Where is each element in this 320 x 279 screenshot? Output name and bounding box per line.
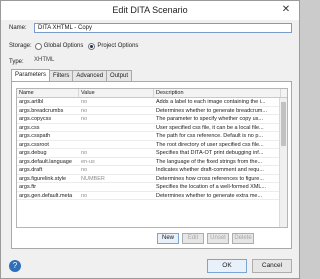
cell-description: Adds a label to each image containing th… xyxy=(156,99,266,105)
type-label: Type: xyxy=(9,59,24,65)
cell-description: The parameter to specify whether copy us… xyxy=(156,116,263,122)
cell-value: en-us xyxy=(81,158,95,165)
table-row[interactable]: args.figurelink.style NUMBER Determines ho… xyxy=(17,175,287,183)
close-icon[interactable]: ✕ xyxy=(279,3,293,17)
cell-description: Determines whether to generate extra me.… xyxy=(156,192,263,199)
type-value: XHTML xyxy=(34,57,55,63)
cell-value: no xyxy=(81,167,88,173)
tab-output[interactable]: Output xyxy=(106,70,133,81)
cell-name: args.ftr xyxy=(19,184,37,190)
cell-description: Determines how cross references to figur… xyxy=(156,175,264,182)
new-button[interactable]: New xyxy=(157,233,179,244)
column-header-value[interactable]: Value xyxy=(79,89,154,97)
table-row[interactable]: args.copycss no The parameter to specify w… xyxy=(17,115,287,124)
name-input[interactable]: DITA XHTML - Copy xyxy=(34,23,292,33)
ok-button[interactable]: OK xyxy=(207,259,247,273)
cell-value xyxy=(79,132,154,140)
help-icon[interactable]: ? xyxy=(9,260,21,272)
vertical-scrollbar[interactable] xyxy=(279,98,287,227)
cell-name: args.cssroot xyxy=(19,141,49,148)
cell-value: no xyxy=(81,99,88,105)
table-row[interactable]: args.ftr Specifies the location of a well… xyxy=(17,183,287,192)
project-options-radio[interactable] xyxy=(88,42,96,50)
column-header-description[interactable]: Description xyxy=(154,89,281,97)
edit-dita-scenario-dialog: Edit DITA Scenario ✕ Name: DITA XHTML - … xyxy=(0,0,300,279)
title-bar: Edit DITA Scenario ✕ xyxy=(1,1,299,20)
table-row[interactable]: args.gen.default.meta no Determines whethe… xyxy=(17,192,287,200)
cell-name: args.css xyxy=(19,124,40,131)
scrollbar-thumb[interactable] xyxy=(281,102,286,146)
table-row[interactable]: args.default.language en-us The language o… xyxy=(17,158,287,166)
storage-row: Storage: Global Options Project Options xyxy=(9,41,138,51)
parameters-panel: Name Value Description args.artlbl no Adds… xyxy=(11,81,292,249)
global-options-label[interactable]: Global Options xyxy=(44,43,84,49)
footer: ? OK Cancel xyxy=(1,259,299,273)
tab-advanced[interactable]: Advanced xyxy=(72,70,108,81)
table-header: Name Value Description xyxy=(17,89,287,98)
cell-description: User specified css file, it can be a loc… xyxy=(156,124,264,131)
parameters-table: Name Value Description args.artlbl no Adds… xyxy=(16,88,288,228)
table-row[interactable]: args.breadcrumbs no Determines whether to … xyxy=(17,107,287,115)
table-row[interactable]: args.css User specified css file, it can … xyxy=(17,124,287,132)
cell-value xyxy=(79,183,154,191)
cell-value: no xyxy=(81,192,88,199)
cell-value: NUMBER xyxy=(81,175,105,182)
cell-name: args.artlbl xyxy=(19,99,44,105)
cell-name: args.figurelink.style xyxy=(19,175,67,182)
storage-label: Storage: xyxy=(9,43,32,49)
table-row[interactable]: args.csspath The path for css reference. … xyxy=(17,132,287,141)
name-row: Name: xyxy=(9,23,27,33)
cell-value: no xyxy=(81,107,88,114)
table-row[interactable]: args.draft no Indicates whether draft-comm… xyxy=(17,166,287,175)
cell-description: Indicates whether draft-comment and requ… xyxy=(156,167,264,173)
tab-strip: Parameters Filters Advanced Output xyxy=(11,69,133,81)
cell-description: Specifies the location of a well-formed … xyxy=(156,184,267,190)
cell-name: args.debug xyxy=(19,150,47,156)
cell-name: args.breadcrumbs xyxy=(19,107,64,114)
cell-value xyxy=(79,124,154,132)
edit-button[interactable]: Edit xyxy=(182,233,204,244)
cell-name: args.draft xyxy=(19,167,43,173)
cell-description: Specifies that DITA-OT print debugging i… xyxy=(156,150,264,156)
type-row: Type: xyxy=(9,57,24,67)
cell-value: no xyxy=(81,116,88,122)
cell-description: The root directory of user specified css… xyxy=(156,141,264,148)
cell-description: The language of the fixed strings from t… xyxy=(156,158,263,165)
table-body: args.artlbl no Adds a label to each image … xyxy=(17,98,287,200)
window-title: Edit DITA Scenario xyxy=(112,5,188,15)
project-options-label[interactable]: Project Options xyxy=(97,43,138,49)
table-button-group: New Edit Unset Delete xyxy=(154,233,254,244)
delete-button[interactable]: Delete xyxy=(232,233,254,244)
cell-value xyxy=(79,141,154,149)
column-header-name[interactable]: Name xyxy=(17,89,79,97)
tab-filters[interactable]: Filters xyxy=(49,70,74,81)
table-row[interactable]: args.artlbl no Adds a label to each image … xyxy=(17,98,287,107)
cell-name: args.gen.default.meta xyxy=(19,192,73,199)
name-label: Name: xyxy=(9,25,27,31)
unset-button[interactable]: Unset xyxy=(207,233,229,244)
cell-value: no xyxy=(81,150,88,156)
cell-description: The path for css reference. Default is n… xyxy=(156,133,263,139)
global-options-radio[interactable] xyxy=(34,42,42,50)
table-row[interactable]: args.cssroot The root directory of user s… xyxy=(17,141,287,149)
cell-name: args.csspath xyxy=(19,133,51,139)
cancel-button[interactable]: Cancel xyxy=(252,259,292,273)
tab-parameters[interactable]: Parameters xyxy=(11,69,51,81)
cell-description: Determines whether to generate breadcrum… xyxy=(156,107,267,114)
cell-name: args.default.language xyxy=(19,158,72,165)
cell-name: args.copycss xyxy=(19,116,52,122)
table-row[interactable]: args.debug no Specifies that DITA-OT print… xyxy=(17,149,287,158)
